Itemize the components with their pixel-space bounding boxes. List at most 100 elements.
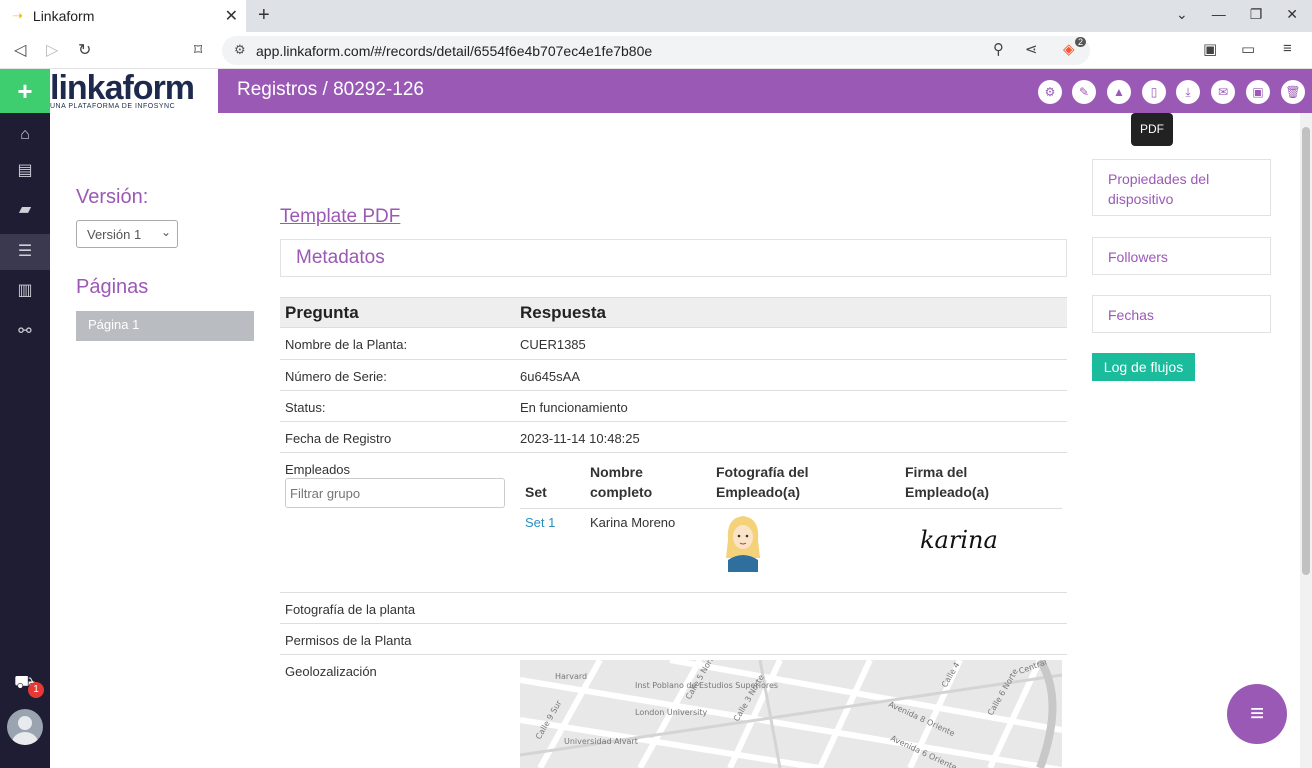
floating-menu-button[interactable]: ≡ bbox=[1227, 684, 1287, 744]
table-header: Pregunta Respuesta bbox=[280, 297, 1067, 328]
employees-label: Empleados bbox=[285, 462, 351, 477]
question-text: Número de Serie: bbox=[285, 369, 387, 384]
delete-icon[interactable]: 🗑 bbox=[1281, 80, 1305, 104]
map-label: London University bbox=[635, 708, 707, 717]
table-row: Nombre de la Planta: CUER1385 bbox=[280, 328, 1067, 360]
notification-badge: 1 bbox=[28, 682, 44, 698]
create-button[interactable]: + bbox=[0, 69, 50, 113]
email-icon[interactable]: ✉ bbox=[1211, 80, 1235, 104]
minimize-icon[interactable]: — bbox=[1212, 6, 1226, 23]
linkaform-favicon-icon: ➝ bbox=[12, 8, 23, 23]
table-row: Fotografía de la planta bbox=[280, 593, 1067, 624]
question-text: Geolozalización bbox=[285, 664, 377, 679]
answer-text: CUER1385 bbox=[520, 337, 586, 352]
page-item-1[interactable]: Página 1 bbox=[76, 311, 254, 341]
name-header: Nombre completo bbox=[590, 464, 653, 500]
question-text: Fotografía de la planta bbox=[285, 602, 416, 617]
employee-name: Karina Moreno bbox=[590, 515, 676, 530]
app-sidebar: + ⌂ ▤ ▰ ☰ ▥ ⚯ ⛟ 1 bbox=[0, 69, 50, 768]
forward-icon[interactable]: ▷ bbox=[46, 40, 58, 60]
device-properties-button[interactable]: Propiedades del dispositivo bbox=[1092, 159, 1271, 216]
site-info-icon[interactable]: ⚙ bbox=[234, 42, 246, 58]
reports-icon[interactable]: ▥ bbox=[0, 273, 50, 309]
dates-button[interactable]: Fechas bbox=[1092, 295, 1271, 333]
answer-header: Respuesta bbox=[520, 303, 606, 322]
download-icon[interactable]: ⤓ bbox=[1176, 80, 1200, 104]
settings-icon[interactable]: ⚙ bbox=[1038, 80, 1062, 104]
back-icon[interactable]: ◁ bbox=[14, 40, 26, 60]
page-header: Registros / 80292-126 ⚙ ✎ ▲ ▯ ⤓ ✉ ▣ 🗑 bbox=[218, 69, 1312, 113]
template-pdf-link[interactable]: Template PDF bbox=[280, 206, 400, 228]
set-link[interactable]: Set 1 bbox=[525, 515, 555, 530]
map-label: Universidad Alvart bbox=[564, 737, 638, 746]
geolocation-map[interactable]: Harvard Inst Poblano de Estudios Superio… bbox=[520, 660, 1062, 768]
road-icon[interactable]: ▲ bbox=[1107, 80, 1131, 104]
question-text: Status: bbox=[285, 400, 326, 415]
edit-icon[interactable]: ✎ bbox=[1072, 80, 1096, 104]
sidebar-toggle-icon[interactable]: ▣ bbox=[1203, 40, 1217, 58]
version-label: Versión: bbox=[76, 186, 149, 208]
answer-text: 2023-11-14 10:48:25 bbox=[520, 431, 640, 446]
photo-header: Fotografía del Empleado(a) bbox=[716, 464, 809, 500]
version-select[interactable]: Versión 1 ⌄ bbox=[76, 220, 178, 248]
menu-icon[interactable]: ≡ bbox=[1283, 40, 1292, 57]
user-silhouette-icon bbox=[12, 716, 38, 745]
employee-photo[interactable] bbox=[720, 512, 766, 572]
filter-group-input[interactable] bbox=[285, 478, 505, 508]
url-text: app.linkaform.com/#/records/detail/6554f… bbox=[256, 42, 653, 59]
share-icon[interactable]: ⋖ bbox=[1025, 40, 1038, 58]
pdf-tooltip: PDF bbox=[1131, 113, 1173, 146]
reload-icon[interactable]: ↻ bbox=[78, 40, 91, 60]
location-icon[interactable]: ⚲ bbox=[993, 40, 1004, 58]
table-row: Status: En funcionamiento bbox=[280, 391, 1067, 422]
question-text: Permisos de la Planta bbox=[285, 633, 412, 648]
employee-signature: karina bbox=[920, 526, 998, 554]
answer-text: 6u645sAA bbox=[520, 369, 580, 384]
browser-tab[interactable]: ➝ Linkaform ✕ bbox=[0, 0, 246, 32]
logo-tagline: UNA PLATAFORMA DE INFOSYNC bbox=[50, 103, 176, 110]
archive-icon[interactable]: ▣ bbox=[1246, 80, 1270, 104]
wallet-icon[interactable]: ▭ bbox=[1241, 40, 1255, 58]
scrollbar-thumb[interactable] bbox=[1302, 127, 1310, 575]
pdf-icon[interactable]: ▯ bbox=[1142, 80, 1166, 104]
map-label: Harvard bbox=[555, 672, 587, 681]
tab-list-icon[interactable]: ⌄ bbox=[1176, 6, 1188, 23]
address-bar: ◁ ▷ ↻ ⌑ ⚙ app.linkaform.com/#/records/de… bbox=[0, 32, 1312, 69]
pages-label: Páginas bbox=[76, 276, 149, 298]
tab-title: Linkaform bbox=[32, 8, 95, 24]
set-header: Set bbox=[525, 484, 547, 500]
scrollbar[interactable] bbox=[1300, 113, 1312, 768]
home-icon[interactable]: ⌂ bbox=[0, 117, 50, 153]
answer-text: En funcionamiento bbox=[520, 400, 628, 415]
connections-icon[interactable]: ⚯ bbox=[0, 314, 50, 350]
shield-count-badge: 2 bbox=[1075, 37, 1087, 47]
close-tab-icon[interactable]: ✕ bbox=[225, 6, 238, 26]
flow-log-button[interactable]: Log de flujos bbox=[1092, 353, 1195, 381]
table-row: Número de Serie: 6u645sAA bbox=[280, 360, 1067, 391]
question-header: Pregunta bbox=[285, 303, 359, 322]
logo-wordmark: linkaform bbox=[50, 69, 195, 107]
bookmark-icon[interactable]: ⌑ bbox=[194, 40, 202, 60]
chevron-down-icon: ⌄ bbox=[160, 225, 171, 239]
url-input[interactable]: ⚙ app.linkaform.com/#/records/detail/655… bbox=[222, 36, 1090, 65]
metadata-section[interactable]: Metadatos bbox=[280, 239, 1067, 277]
linkaform-logo[interactable]: linkaform UNA PLATAFORMA DE INFOSYNC bbox=[50, 69, 218, 113]
forms-icon[interactable]: ▤ bbox=[0, 153, 50, 189]
signature-header: Firma del Empleado(a) bbox=[905, 464, 990, 500]
table-row: Permisos de la Planta bbox=[280, 624, 1067, 655]
new-tab-icon[interactable]: + bbox=[258, 4, 270, 27]
restore-icon[interactable]: ❐ bbox=[1250, 6, 1263, 23]
brave-shield-icon[interactable]: ◈ bbox=[1063, 40, 1075, 58]
close-window-icon[interactable]: ✕ bbox=[1286, 6, 1298, 23]
records-icon[interactable]: ☰ bbox=[0, 234, 50, 270]
followers-button[interactable]: Followers bbox=[1092, 237, 1271, 275]
browser-tab-bar: ➝ Linkaform ✕ + ⌄ — ❐ ✕ bbox=[0, 0, 1312, 32]
divider bbox=[520, 508, 1062, 509]
catalogs-icon[interactable]: ▰ bbox=[0, 192, 50, 228]
table-row: Fecha de Registro 2023-11-14 10:48:25 bbox=[280, 422, 1067, 453]
version-value: Versión 1 bbox=[87, 227, 142, 242]
map-canvas: Harvard Inst Poblano de Estudios Superio… bbox=[520, 660, 1062, 768]
question-text: Nombre de la Planta: bbox=[285, 337, 408, 352]
avatar[interactable] bbox=[7, 709, 43, 745]
page-title: Registros / 80292-126 bbox=[237, 79, 424, 100]
